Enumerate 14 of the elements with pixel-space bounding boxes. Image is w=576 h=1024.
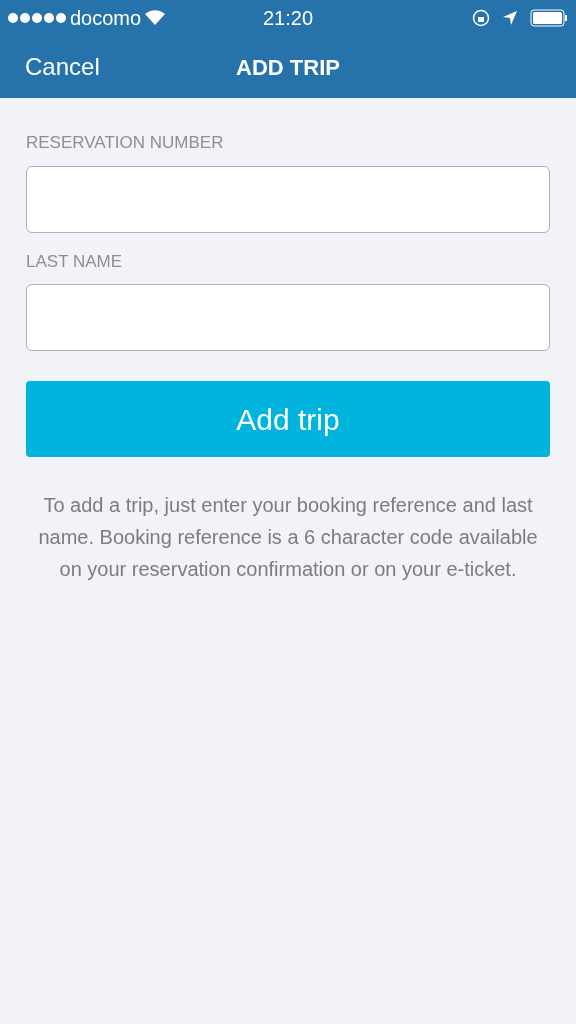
screen-title: ADD TRIP (236, 53, 340, 82)
cancel-button[interactable]: Cancel (25, 49, 100, 85)
status-time: 21:20 (262, 6, 314, 31)
rotation-lock-icon (472, 9, 490, 27)
help-text: To add a trip, just enter your booking reference and last name. Booking reference is a 6 character code available on your reservation confirmation or on your e-ticket. (37, 493, 539, 582)
wifi-icon (145, 10, 166, 26)
input-field[interactable] (26, 284, 550, 351)
carrier-name: docomo (70, 6, 142, 31)
field-label: LAST NAME (26, 250, 124, 273)
input-field[interactable] (26, 165, 550, 233)
field-label: RESERVATION NUMBER (26, 132, 225, 154)
battery-icon (530, 9, 568, 27)
location-icon (502, 10, 518, 26)
signal-icon (8, 13, 66, 23)
